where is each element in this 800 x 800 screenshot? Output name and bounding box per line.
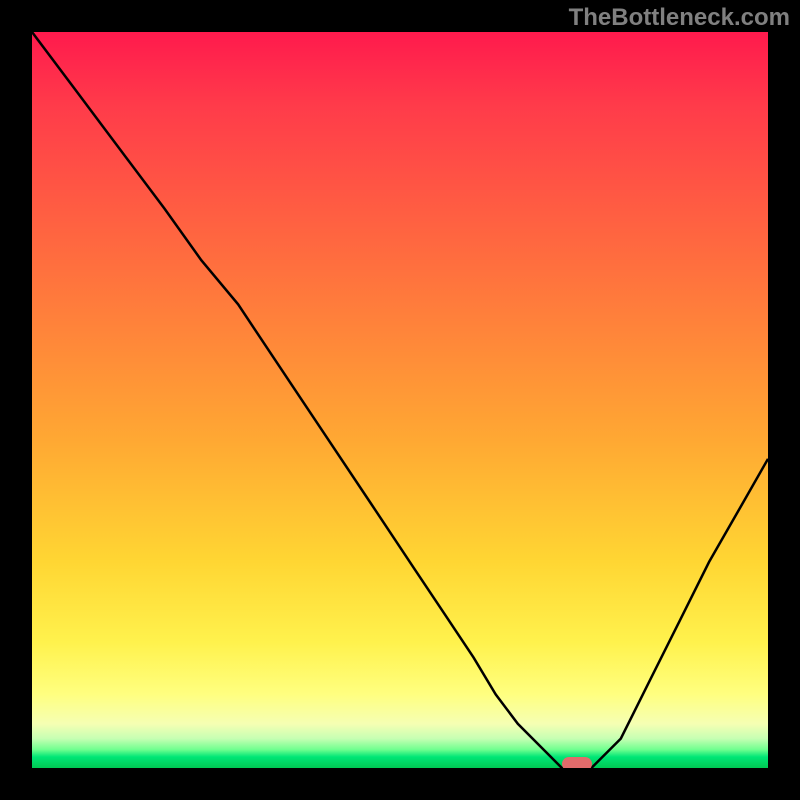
chart-frame: TheBottleneck.com <box>0 0 800 800</box>
bottleneck-curve <box>32 32 768 768</box>
plot-area <box>32 32 768 768</box>
optimal-point-marker <box>562 757 592 768</box>
watermark-text: TheBottleneck.com <box>569 4 790 32</box>
curve-path <box>32 32 768 768</box>
